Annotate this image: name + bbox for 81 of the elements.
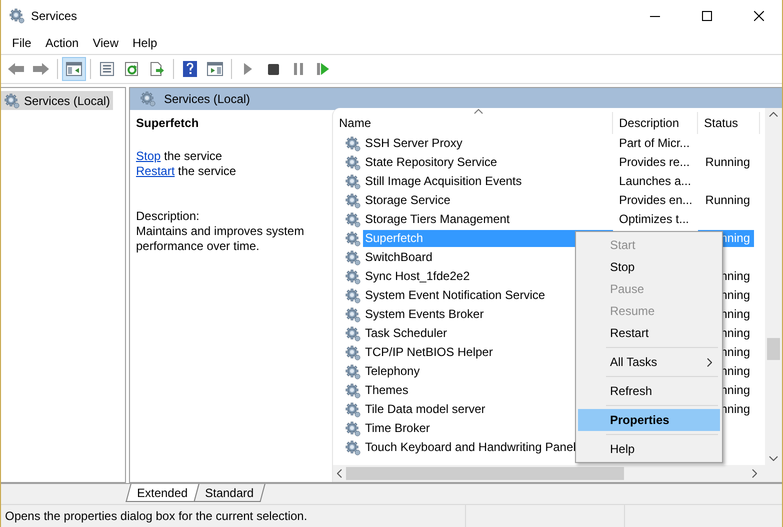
service-gear-icon bbox=[345, 174, 361, 190]
action-sentence: Restart the service bbox=[136, 164, 238, 179]
console-tree-icon bbox=[66, 62, 82, 76]
service-name[interactable]: Storage Tiers Management bbox=[363, 211, 613, 228]
back-arrow-icon bbox=[7, 61, 25, 77]
action-sentence: Stop the service bbox=[136, 149, 224, 164]
window-title: Services bbox=[31, 9, 78, 23]
service-gear-icon bbox=[345, 154, 361, 170]
context-menu-item[interactable]: Refresh bbox=[578, 380, 720, 402]
play-icon bbox=[244, 63, 252, 75]
description-cell-text: Launches a... bbox=[618, 173, 692, 190]
menu-item[interactable]: Help bbox=[126, 36, 164, 50]
pause-icon bbox=[294, 63, 302, 75]
services-gear-icon bbox=[140, 91, 156, 107]
context-menu-item[interactable]: Restart bbox=[578, 322, 720, 344]
service-gear-icon bbox=[345, 382, 361, 398]
service-gear-icon bbox=[345, 288, 361, 304]
menu-item[interactable]: File bbox=[5, 36, 38, 50]
console-tree-button[interactable] bbox=[62, 57, 86, 81]
description-cell-text: Optimizes t... bbox=[618, 211, 690, 228]
horizontal-scrollbar[interactable] bbox=[333, 465, 782, 482]
tree-item[interactable]: Services (Local) bbox=[1, 91, 114, 110]
service-gear-icon bbox=[345, 326, 361, 342]
stop-icon bbox=[268, 64, 278, 74]
service-gear-icon bbox=[345, 212, 361, 228]
app-gear-icon bbox=[9, 8, 25, 24]
status-cell-text: Running bbox=[704, 192, 751, 209]
scroll-left-icon bbox=[337, 469, 342, 478]
context-menu-item[interactable]: Help bbox=[578, 438, 720, 460]
scroll-right-icon bbox=[752, 469, 757, 478]
service-gear-icon bbox=[345, 136, 361, 152]
vertical-scrollbar[interactable] bbox=[765, 108, 782, 465]
scroll-down-icon bbox=[769, 456, 778, 461]
view-tab[interactable]: Standard bbox=[193, 484, 265, 502]
service-gear-icon bbox=[345, 440, 361, 456]
description-text: Maintains and improves system performance over time. bbox=[136, 224, 306, 254]
service-gear-icon bbox=[345, 268, 361, 284]
pane-title: Services (Local) bbox=[164, 92, 250, 106]
export-list-icon bbox=[149, 61, 165, 77]
service-gear-icon bbox=[345, 250, 361, 266]
service-gear-icon bbox=[345, 344, 361, 360]
forward-arrow-icon bbox=[32, 61, 50, 77]
action-link[interactable]: Stop bbox=[136, 149, 161, 163]
description-cell-text: Provides re... bbox=[618, 154, 691, 171]
description-label: Description: bbox=[136, 209, 200, 224]
services-gear-icon bbox=[4, 92, 20, 108]
sort-caret-icon bbox=[474, 109, 483, 114]
column-header[interactable]: Description bbox=[613, 112, 698, 134]
maximize-icon bbox=[702, 11, 712, 21]
context-menu-item[interactable]: All Tasks bbox=[578, 351, 720, 373]
context-menu-item[interactable]: Stop bbox=[578, 256, 720, 278]
service-gear-icon bbox=[345, 192, 361, 208]
status-text: Opens the properties dialog box for the current selection. bbox=[4, 509, 308, 523]
service-title: Superfetch bbox=[136, 116, 200, 130]
service-name[interactable]: SSH Server Proxy bbox=[363, 135, 613, 152]
column-header[interactable]: Name bbox=[333, 112, 613, 134]
context-menu-item[interactable]: Properties bbox=[578, 409, 720, 431]
column-header[interactable]: Status bbox=[698, 112, 760, 134]
view-tab[interactable]: Extended bbox=[126, 484, 200, 502]
close-icon bbox=[754, 11, 764, 21]
action-pane-icon bbox=[207, 62, 223, 76]
service-gear-icon bbox=[345, 230, 361, 246]
service-gear-icon bbox=[345, 364, 361, 380]
scroll-up-icon bbox=[769, 112, 778, 117]
scroll-thumb[interactable] bbox=[767, 338, 780, 360]
action-link[interactable]: Restart bbox=[136, 164, 175, 178]
service-gear-icon bbox=[345, 420, 361, 436]
service-name[interactable]: Still Image Acquisition Events bbox=[363, 173, 613, 190]
service-name[interactable]: State Repository Service bbox=[363, 154, 613, 171]
refresh-icon bbox=[124, 61, 140, 77]
help-icon bbox=[183, 61, 197, 77]
properties-icon bbox=[99, 61, 115, 77]
service-name[interactable]: Storage Service bbox=[363, 192, 613, 209]
menu-item[interactable]: View bbox=[86, 36, 126, 50]
status-cell-text: Running bbox=[704, 154, 751, 171]
description-cell-text: Part of Micr... bbox=[618, 135, 691, 152]
description-cell-text: Provides en... bbox=[618, 192, 694, 209]
menu-item[interactable]: Action bbox=[38, 36, 86, 50]
resume-icon bbox=[317, 63, 329, 75]
service-gear-icon bbox=[345, 402, 361, 418]
service-gear-icon bbox=[345, 306, 361, 322]
